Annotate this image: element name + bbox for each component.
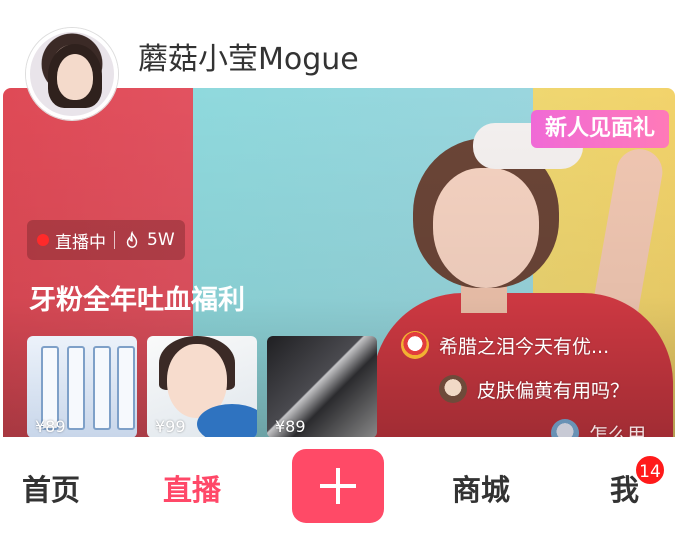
plus-icon	[320, 468, 356, 504]
product-card[interactable]: ¥89	[27, 336, 137, 437]
live-dot-icon	[37, 234, 49, 246]
avatar-face	[57, 54, 93, 100]
tab-live[interactable]: 直播	[163, 467, 221, 509]
product-tube	[67, 346, 85, 430]
product-price: ¥89	[275, 417, 306, 436]
product-card[interactable]: ¥99	[147, 336, 257, 437]
live-status-badge: 直播中 5W	[27, 220, 185, 260]
commenter-avatar	[401, 331, 429, 359]
product-price: ¥99	[155, 417, 186, 436]
user-avatar[interactable]	[26, 28, 118, 120]
new-user-gift-badge[interactable]: 新人见面礼	[531, 110, 670, 148]
notification-badge: 14	[634, 454, 666, 486]
comment-item: 希腊之泪今天有优...	[401, 328, 646, 362]
product-tube	[117, 346, 135, 430]
commenter-avatar	[551, 419, 579, 437]
viewer-count: 5W	[147, 230, 175, 250]
tab-home[interactable]: 首页	[22, 467, 80, 509]
fire-icon	[126, 231, 138, 248]
tab-mall[interactable]: 商城	[452, 467, 510, 509]
product-card[interactable]: ¥89	[267, 336, 377, 437]
product-list: ¥89 ¥99 ¥89	[27, 336, 377, 437]
comment-text: 怎么用	[589, 423, 647, 438]
status-divider	[114, 231, 115, 249]
live-card[interactable]: 新人见面礼 直播中 5W 牙粉全年吐血福利 ¥89 ¥99 ¥89 希腊之泪今天…	[3, 88, 675, 437]
product-tube	[93, 346, 111, 430]
comment-text: 希腊之泪今天有优...	[439, 335, 610, 358]
bottom-nav: 首页 直播 商城 我 14	[0, 437, 675, 534]
user-name[interactable]: 蘑菇小莹Mogue	[138, 34, 359, 78]
live-status-label: 直播中	[55, 232, 106, 253]
comment-list: 希腊之泪今天有优... 皮肤偏黄有用吗？ 怎么用	[401, 328, 646, 437]
comment-item: 怎么用	[551, 416, 646, 437]
comment-text: 皮肤偏黄有用吗？	[477, 379, 630, 402]
product-price: ¥89	[35, 417, 66, 436]
add-button[interactable]	[292, 449, 384, 523]
commenter-avatar	[439, 375, 467, 403]
live-title: 牙粉全年吐血福利	[29, 285, 245, 316]
comment-item: 皮肤偏黄有用吗？	[439, 372, 646, 406]
